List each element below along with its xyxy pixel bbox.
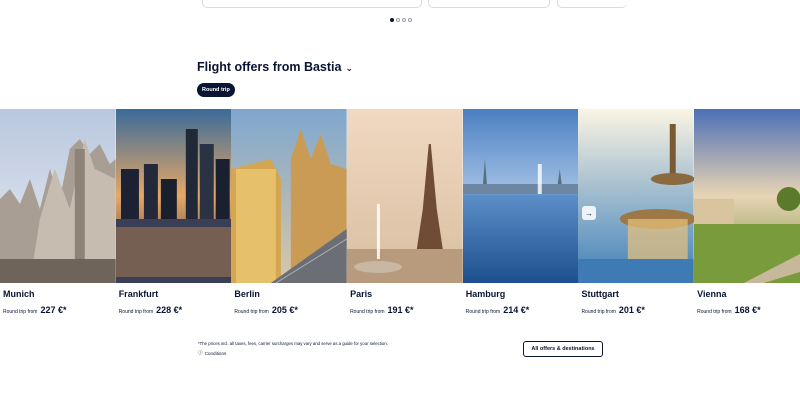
- price-disclaimer: *The prices incl. all taxes, fees, carri…: [198, 341, 388, 346]
- price: 228 €*: [156, 305, 183, 315]
- destination-card-vienna[interactable]: Vienna Round trip from 168 €*: [694, 109, 800, 319]
- top-carousel-cards: [0, 0, 800, 8]
- city-name: Berlin: [234, 289, 260, 299]
- carousel-dot[interactable]: [396, 18, 400, 22]
- carousel-dot[interactable]: [402, 18, 406, 22]
- munich-image: [0, 109, 116, 283]
- carousel-dot[interactable]: [408, 18, 412, 22]
- destination-card-berlin[interactable]: Berlin Round trip from 205 €*: [231, 109, 348, 319]
- hamburg-image: [462, 109, 579, 283]
- all-offers-button[interactable]: All offers & destinations: [523, 341, 603, 357]
- stuttgart-image: [578, 109, 695, 283]
- carousel-dot[interactable]: [390, 18, 394, 22]
- destination-card-frankfurt[interactable]: Frankfurt Round trip from 228 €*: [115, 109, 232, 319]
- round-trip-filter[interactable]: Round trip: [197, 83, 235, 97]
- price: 227 €*: [40, 305, 67, 315]
- city-name: Hamburg: [465, 289, 506, 299]
- round-trip-label: Round trip from: [581, 309, 616, 315]
- round-trip-label: Round trip from: [234, 309, 269, 315]
- carousel-card[interactable]: [202, 0, 422, 8]
- city-name: Munich: [3, 289, 35, 299]
- conditions-label: Conditions: [204, 350, 227, 356]
- round-trip-label: Round trip from: [118, 309, 154, 315]
- vienna-image: [694, 109, 800, 283]
- info-icon: ⓘ: [198, 350, 203, 355]
- round-trip-label: Round trip from: [697, 309, 732, 315]
- price: 191 €*: [387, 305, 414, 315]
- carousel-card[interactable]: [428, 0, 550, 8]
- price: 214 €*: [503, 305, 530, 315]
- city-name: Frankfurt: [118, 289, 159, 299]
- paris-image: [347, 109, 463, 283]
- city-name: Vienna: [697, 289, 727, 299]
- destination-card-hamburg[interactable]: Hamburg Round trip from 214 €*: [462, 109, 579, 319]
- destination-strip: Munich Round trip from 227 €* Frankfurt: [0, 109, 800, 319]
- city-name: Paris: [350, 289, 373, 299]
- arrow-right-icon[interactable]: →: [582, 206, 596, 220]
- round-trip-label: Round trip from: [465, 309, 501, 315]
- price: 201 €*: [618, 305, 645, 315]
- carousel-pagination: [390, 18, 412, 22]
- conditions-link[interactable]: ⓘ Conditions: [198, 350, 226, 356]
- destination-card-paris[interactable]: Paris Round trip from 191 €*: [347, 109, 463, 319]
- round-trip-label: Round trip from: [3, 309, 38, 315]
- price: 168 €*: [734, 305, 761, 315]
- origin-selector[interactable]: Flight offers from Bastia ⌄: [197, 60, 353, 74]
- round-trip-label: Round trip from: [350, 309, 385, 315]
- destination-card-munich[interactable]: Munich Round trip from 227 €*: [0, 109, 116, 319]
- chevron-down-icon: ⌄: [345, 62, 354, 73]
- price: 205 €*: [271, 305, 298, 315]
- city-name: Stuttgart: [581, 289, 619, 299]
- carousel-card[interactable]: [557, 0, 627, 8]
- berlin-image: [231, 109, 348, 283]
- offers-heading: Flight offers from Bastia: [197, 60, 342, 74]
- frankfurt-image: [115, 109, 232, 283]
